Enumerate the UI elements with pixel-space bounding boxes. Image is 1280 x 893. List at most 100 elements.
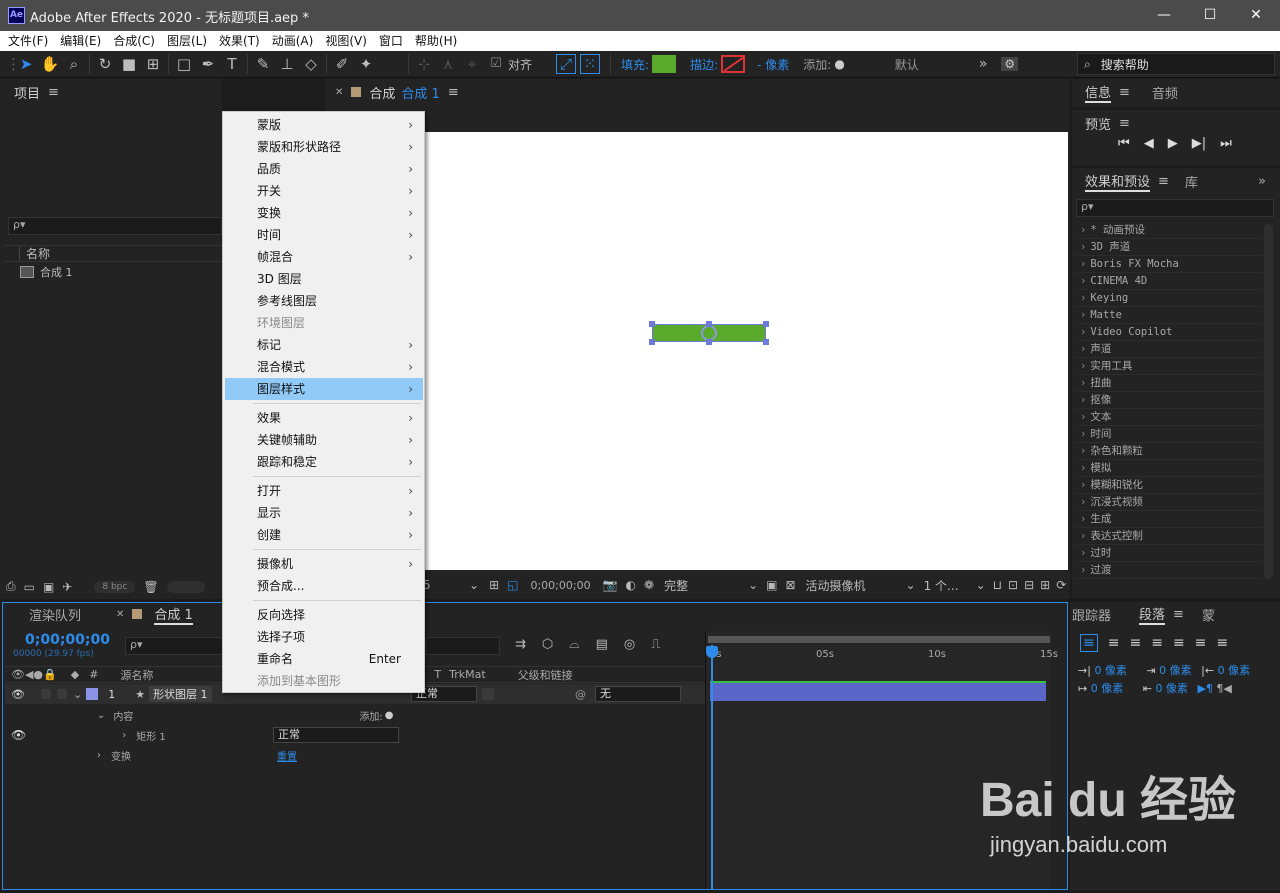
transparency-grid-icon[interactable]: ⊠ <box>785 578 795 592</box>
panel-menu-icon[interactable]: ≡ <box>48 85 59 100</box>
close-button[interactable]: ✕ <box>1233 0 1279 31</box>
playhead[interactable] <box>711 645 713 889</box>
playhead-handle-icon[interactable] <box>706 646 718 658</box>
draft-3d-icon[interactable]: ⬡ <box>542 637 553 652</box>
stroke-width-label[interactable]: - 像素 <box>757 56 789 73</box>
context-menu-item[interactable]: 时间 › <box>225 224 423 246</box>
effects-scrollbar[interactable] <box>1264 224 1273 579</box>
expand-chevron-icon[interactable]: › <box>1080 394 1086 406</box>
panel-menu-icon[interactable]: ≡ <box>1119 85 1130 100</box>
comp-timecode[interactable]: 0;00;00;00 <box>530 579 590 592</box>
context-menu-item[interactable]: 开关 › <box>225 180 423 202</box>
column-parent-link[interactable]: 父级和链接 <box>518 667 573 683</box>
context-menu-item[interactable]: 标记 › <box>225 334 423 356</box>
context-menu-item[interactable]: 跟踪和稳定 › <box>225 451 423 473</box>
tab-audio[interactable]: 音频 <box>1152 83 1178 102</box>
panel-menu-icon[interactable]: ≡ <box>1158 174 1169 189</box>
next-frame-icon[interactable]: ▶| <box>1192 136 1206 151</box>
fill-swatch[interactable] <box>652 55 677 73</box>
indent-right-value[interactable]: 0 像素 <box>1218 664 1251 677</box>
play-icon[interactable]: ▶ <box>1168 136 1178 151</box>
menu-help[interactable]: 帮助(H) <box>409 31 463 51</box>
pickwhip-icon[interactable]: @ <box>575 688 586 701</box>
brush-tool-icon[interactable]: ✎ <box>251 52 275 76</box>
workspace-overflow-icon[interactable]: » <box>979 56 988 72</box>
timeline-search-ext[interactable] <box>426 637 500 655</box>
hand-tool-icon[interactable]: ✋ <box>38 52 62 76</box>
handle-icon[interactable] <box>706 339 712 345</box>
comp-flowchart-icon[interactable]: ⇉ <box>515 637 526 652</box>
context-menu-item[interactable]: 蒙版和形状路径 › <box>225 136 423 158</box>
pen-tool-icon[interactable]: ✒ <box>196 52 220 76</box>
last-frame-icon[interactable]: ⏭ <box>1220 136 1232 151</box>
effects-category[interactable]: › 文本 <box>1076 409 1262 426</box>
menu-edit[interactable]: 编辑(E) <box>54 31 107 51</box>
resolution-select[interactable]: 完整 <box>664 577 744 594</box>
justify-all-icon[interactable]: ≡ <box>1216 635 1228 651</box>
panel-menu-icon[interactable]: ≡ <box>1173 607 1184 622</box>
menu-animation[interactable]: 动画(A) <box>266 31 320 51</box>
align-right-icon[interactable]: ≡ <box>1129 635 1141 651</box>
first-line-value[interactable]: 0 像素 <box>1091 682 1124 695</box>
trkmat-toggle[interactable] <box>482 688 494 700</box>
close-tab-icon[interactable]: ✕ <box>335 87 343 98</box>
previous-frame-icon[interactable]: ◀ <box>1144 136 1154 151</box>
handle-icon[interactable] <box>706 321 712 327</box>
new-composition-icon[interactable]: ▣ <box>43 580 54 594</box>
grid-icon[interactable]: ⊞ <box>489 578 499 592</box>
visibility-icon[interactable]: 👁 <box>11 688 25 701</box>
time-ruler[interactable]: 0s 05s 10s 15s <box>710 646 1058 662</box>
timeline-timecode[interactable]: 0;00;00;00 <box>25 632 110 648</box>
view-axis-icon[interactable]: ⌖ <box>460 52 484 76</box>
composition-tab[interactable]: ✕ 合成 合成 1 ≡ <box>325 79 1070 105</box>
expand-chevron-icon[interactable]: › <box>1080 224 1086 236</box>
context-menu-item[interactable]: 打开 › <box>225 480 423 502</box>
menu-window[interactable]: 窗口 <box>373 31 409 51</box>
name-column-header[interactable]: 名称 <box>26 245 50 262</box>
close-tab-icon[interactable]: ✕ <box>116 609 124 620</box>
type-tool-icon[interactable]: T <box>220 52 244 76</box>
context-menu-item[interactable]: 显示 › <box>225 502 423 524</box>
expand-chevron-icon[interactable]: › <box>1080 428 1086 440</box>
search-help-box[interactable]: ⌕ 搜索帮助 <box>1077 53 1275 75</box>
new-folder-icon[interactable]: ▭ <box>24 580 35 594</box>
rectangle-row[interactable]: 👁 › 矩形 1 正常 <box>5 725 705 745</box>
lock-switch[interactable] <box>56 689 67 699</box>
reset-link[interactable]: 重置 <box>277 748 297 763</box>
add-button-icon[interactable]: ● <box>834 57 844 71</box>
workspace-menu-icon[interactable]: ⚙ <box>1001 57 1019 71</box>
expand-chevron-icon[interactable]: › <box>1080 292 1086 304</box>
expand-chevron-icon[interactable]: › <box>1080 564 1086 576</box>
context-menu-item[interactable]: 反向选择 <box>225 604 423 626</box>
expand-chevron-icon[interactable]: › <box>1080 258 1086 270</box>
effects-category[interactable]: › 表达式控制 <box>1076 528 1262 545</box>
effects-category[interactable]: › 沉浸式视频 <box>1076 494 1262 511</box>
expand-chevron-icon[interactable]: › <box>1080 513 1086 525</box>
thumbnail-slider[interactable] <box>166 580 205 593</box>
context-menu-item[interactable]: 变换 › <box>225 202 423 224</box>
shy-icon[interactable]: ⌓ <box>569 637 579 652</box>
world-axis-icon[interactable]: ⋏ <box>436 52 460 76</box>
context-menu-item[interactable]: 混合模式 › <box>225 356 423 378</box>
tab-timeline-comp[interactable]: 合成 1 <box>154 604 193 625</box>
expand-chevron-icon[interactable]: › <box>1080 411 1086 423</box>
context-menu-item[interactable]: 效果 › <box>225 407 423 429</box>
roi-icon[interactable]: ▣ <box>766 578 777 592</box>
column-trkmat[interactable]: TrkMat <box>449 668 486 681</box>
rotate-tool-icon[interactable]: ↻ <box>93 52 117 76</box>
effects-category[interactable]: › 抠像 <box>1076 392 1262 409</box>
selection-tool-icon[interactable]: ➤ <box>14 52 38 76</box>
camera-chevron-icon[interactable]: ⌄ <box>906 578 916 592</box>
reset-exposure-icon[interactable]: ⟳ <box>1056 578 1066 592</box>
expand-chevron-icon[interactable]: › <box>1080 275 1086 287</box>
expand-chevron-icon[interactable]: › <box>1080 360 1086 372</box>
transform-row[interactable]: › 变换 重置 <box>5 745 705 765</box>
context-menu-item[interactable]: 帧混合 › <box>225 246 423 268</box>
timeline-search-input[interactable]: ρ▾ <box>125 637 223 655</box>
tab-info[interactable]: 信息 <box>1085 82 1112 103</box>
panel-overflow-icon[interactable]: » <box>1258 174 1266 189</box>
justify-center-icon[interactable]: ≡ <box>1173 635 1185 651</box>
effects-category[interactable]: › 模糊和锐化 <box>1076 477 1262 494</box>
indent-left-value[interactable]: 0 像素 <box>1094 664 1127 677</box>
expand-chevron-icon[interactable]: › <box>1080 241 1086 253</box>
